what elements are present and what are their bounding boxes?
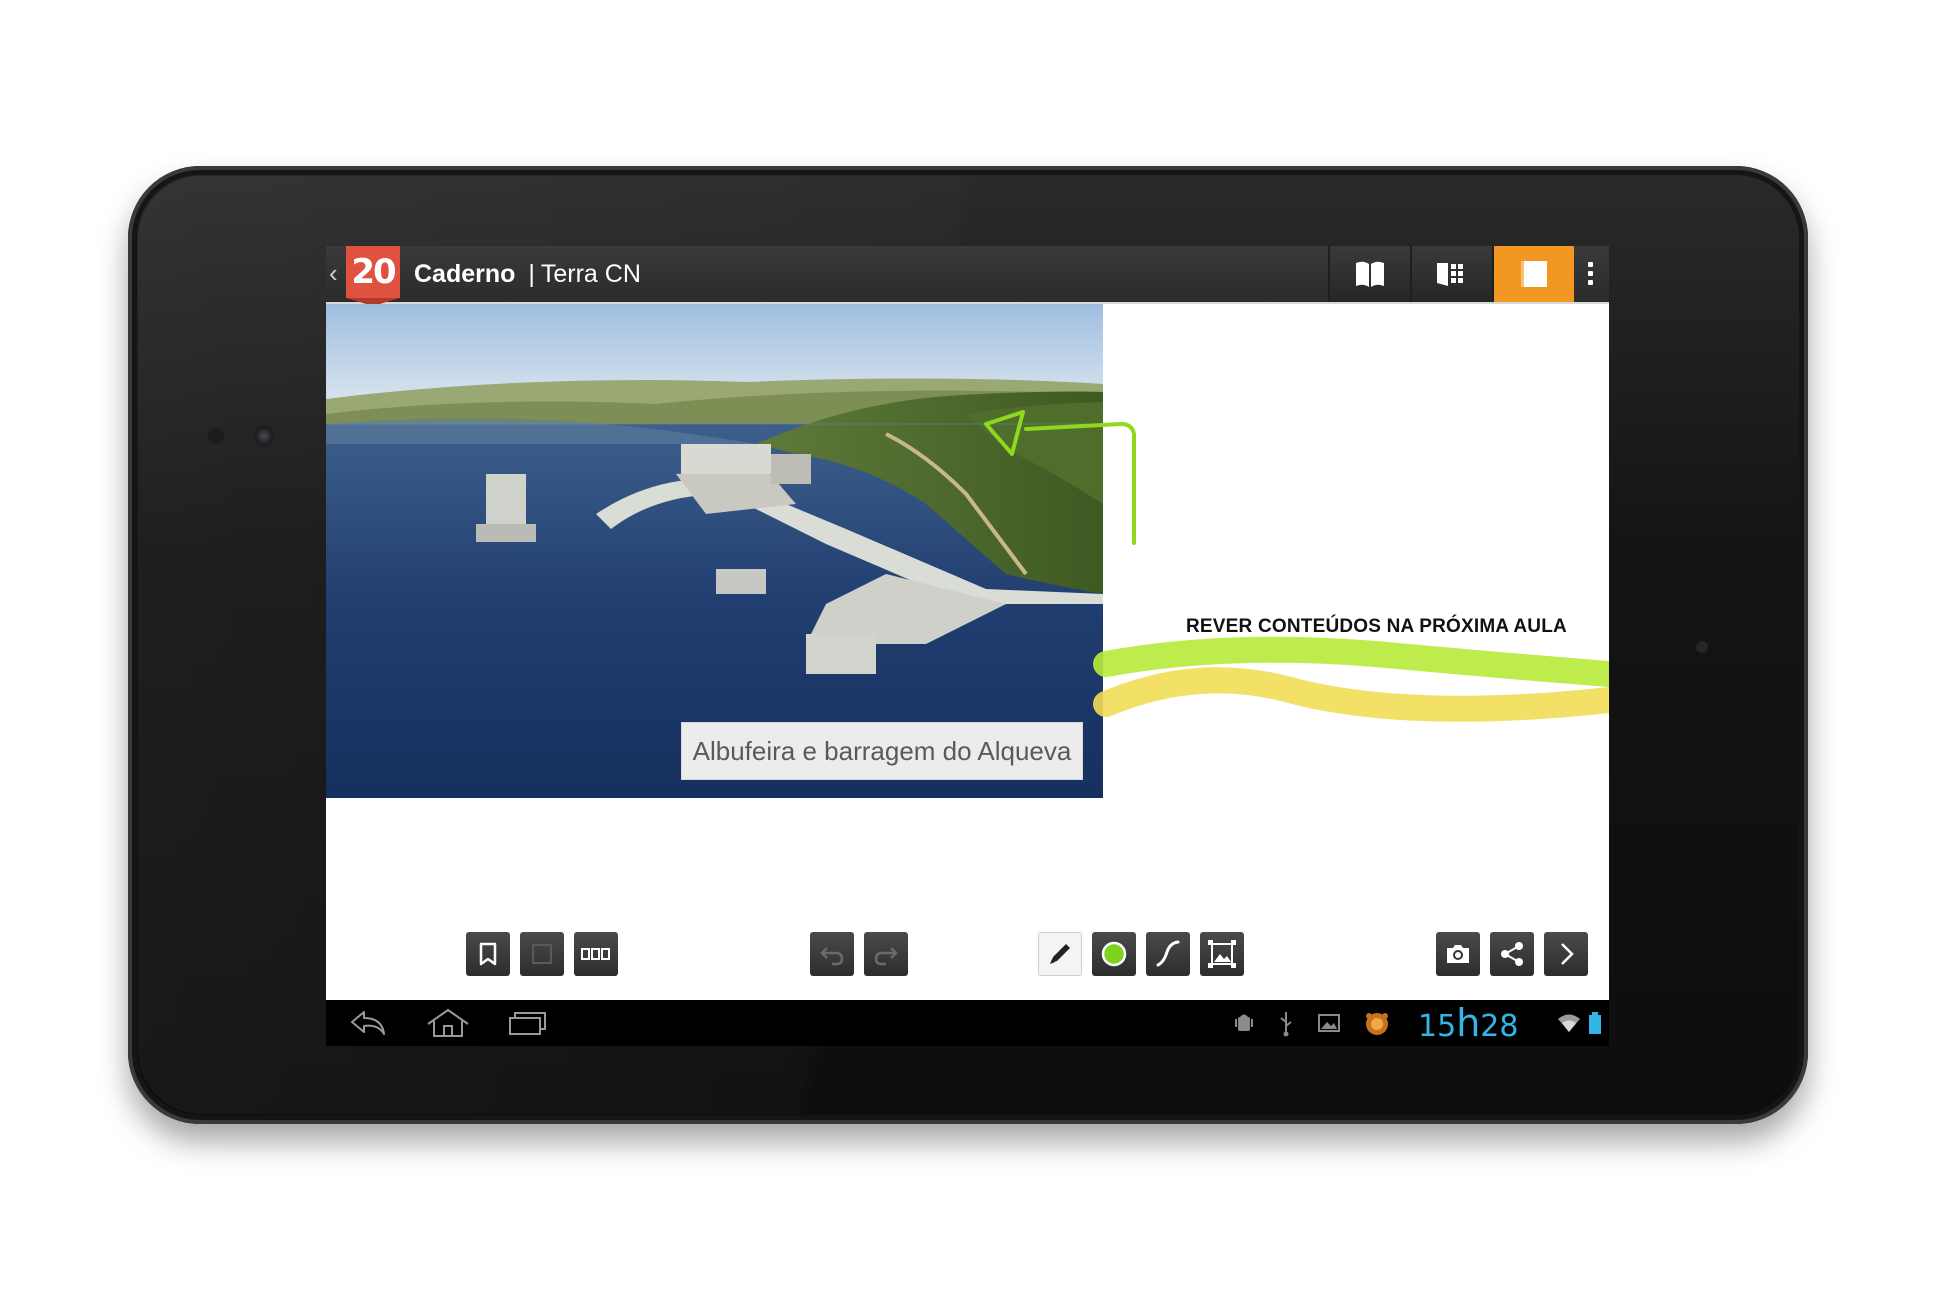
overflow-dot [1588,280,1593,285]
share-icon [1501,942,1523,966]
back-icon[interactable] [346,1008,390,1038]
single-view-button[interactable] [520,932,564,976]
notebook-page[interactable]: Albufeira e barragem do Alqueva REVER CO… [326,304,1609,1000]
ink-annotations[interactable] [326,304,1609,1000]
insert-image-icon [1208,940,1236,968]
color-picker-icon [1101,941,1127,967]
action-bar: ‹ 20 Caderno | Terra CN [326,246,1609,306]
handwritten-note: REVER CONTEÚDOS NA PRÓXIMA AULA [1186,616,1567,637]
share-button[interactable] [1490,932,1534,976]
single-page-icon [1521,261,1547,287]
back-chevron-icon[interactable]: ‹ [329,260,338,286]
pencil-tool-button[interactable] [1038,932,1082,976]
title-book: Terra CN [540,260,641,288]
system-bar: 15h28 [326,1000,1609,1046]
bookmark-icon [479,942,497,966]
app-logo[interactable]: 20 [346,246,400,306]
insert-image-button[interactable] [1200,932,1244,976]
title-separator: | [528,260,535,288]
stroke-tool-button[interactable] [1146,932,1190,976]
camera-button[interactable] [1436,932,1480,976]
multi-view-button[interactable] [574,932,618,976]
undo-icon [820,947,844,966]
camera-icon [1447,945,1469,963]
overflow-dot [1588,271,1593,276]
clock-minutes: 28 [1480,1009,1519,1044]
pencil-icon [1050,944,1070,964]
clock: 15h28 [1418,1004,1519,1044]
undo-button[interactable] [810,932,854,976]
recents-icon[interactable] [506,1008,550,1038]
light-sensor [1696,641,1708,653]
tablet-screen: ‹ 20 Caderno | Terra CN Albufeira e barr… [326,246,1609,1046]
page-grid-view-button[interactable] [1410,246,1492,302]
redo-icon [874,947,898,966]
ink-highlight-yellow [1093,667,1609,722]
multi-view-icon [581,948,610,960]
clock-hours: 15 [1418,1009,1457,1044]
book-view-button[interactable] [1328,246,1410,302]
clock-separator: h [1456,1001,1481,1045]
usb-icon [1280,1012,1292,1037]
proximity-sensor [208,428,224,444]
wifi-icon [1558,1014,1580,1032]
overflow-dot [1588,262,1593,267]
bookmark-button[interactable] [466,932,510,976]
android-debug-icon [1235,1014,1253,1031]
page-grid-icon [1437,263,1463,286]
stroke-icon [1156,940,1180,967]
ink-arrow-head [984,410,1025,456]
front-camera [254,426,274,446]
color-picker-button[interactable] [1092,932,1136,976]
single-page-view-button[interactable] [1492,246,1574,302]
home-icon[interactable] [424,1008,472,1038]
gallery-icon [1318,1014,1340,1032]
battery-icon [1589,1012,1601,1034]
title-notebook: Caderno [414,260,516,288]
redo-button[interactable] [864,932,908,976]
book-open-icon [1356,261,1384,287]
app-notification-icon [1366,1013,1388,1035]
app-logo-text: 20 [346,246,400,298]
next-page-button[interactable] [1544,932,1588,976]
next-icon [1561,943,1574,965]
overflow-menu-button[interactable] [1570,246,1609,302]
single-view-icon [532,944,552,964]
page-title: Caderno | Terra CN [414,260,641,288]
ink-arrow-stroke [1024,421,1136,545]
